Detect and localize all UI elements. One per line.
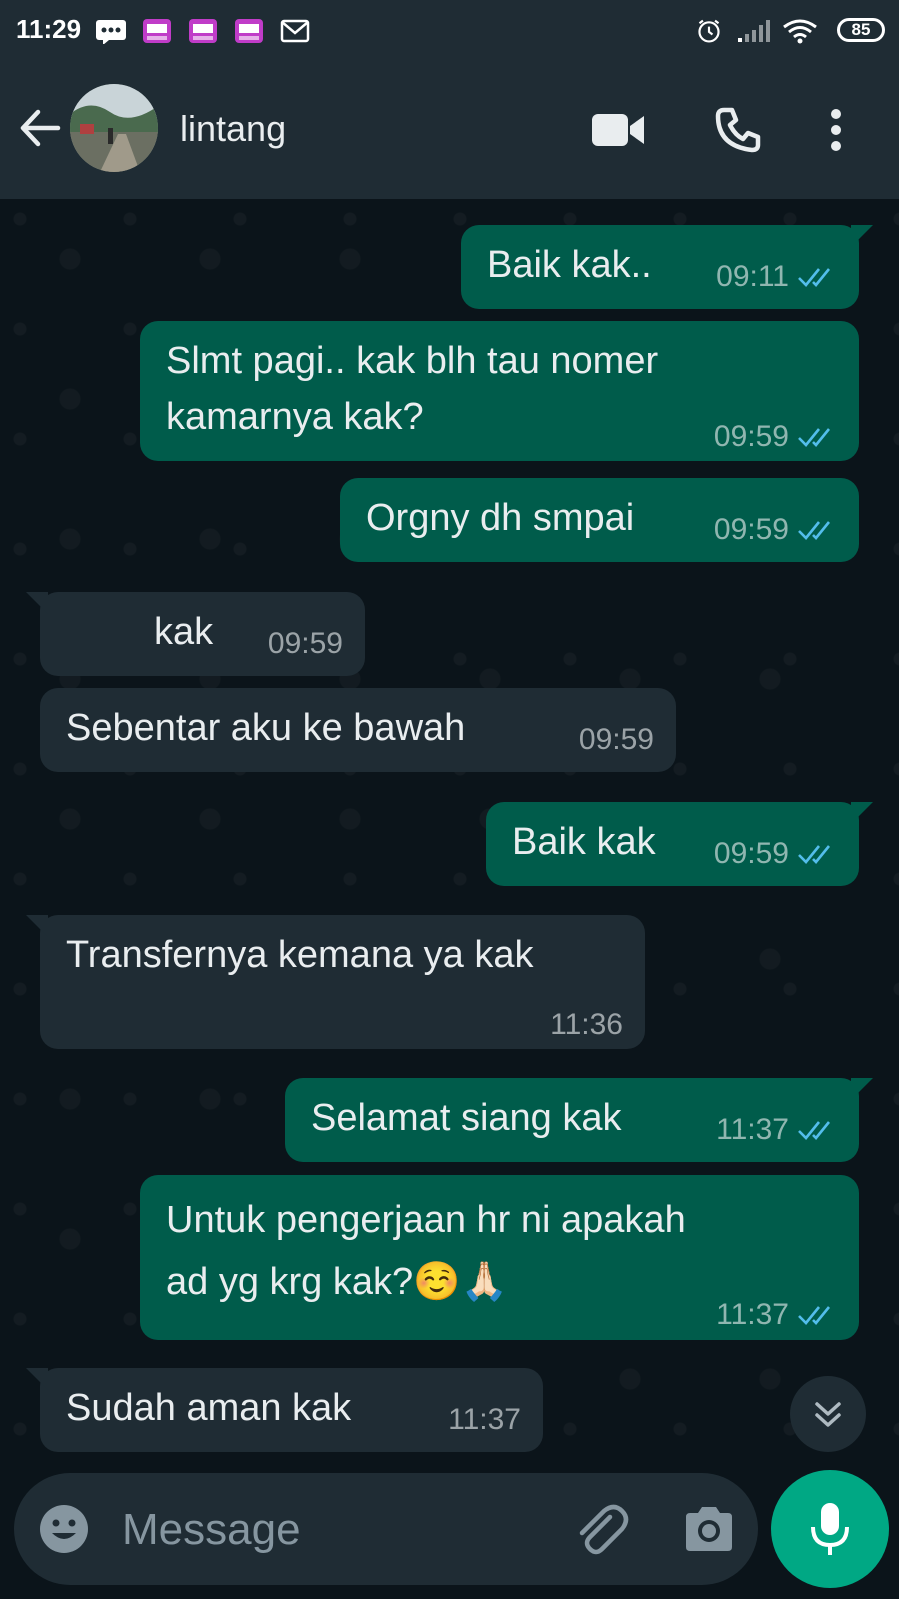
message-list[interactable]: Baik kak.. 09:11 Slmt pagi.. kak blh tau… <box>0 199 899 1469</box>
phone-icon[interactable] <box>714 106 762 154</box>
message-meta: 09:59 <box>714 502 837 558</box>
message-time: 09:59 <box>713 513 789 546</box>
message-meta: 11:37 <box>448 1392 521 1448</box>
message-meta: 11:36 <box>550 997 623 1053</box>
message-bubble-outgoing[interactable]: Selamat siang kak 11:37 <box>285 1078 873 1162</box>
message-composer <box>14 1473 758 1585</box>
wifi-icon <box>783 19 817 44</box>
camera-icon[interactable] <box>682 1503 736 1553</box>
message-bubble-outgoing[interactable]: Slmt pagi.. kak blh tau nomer kamarnya k… <box>140 321 859 461</box>
message-text: kak <box>154 611 214 653</box>
message-meta: 09:59 <box>268 616 343 672</box>
read-receipt-icon <box>798 845 831 864</box>
message-meta: 11:37 <box>716 1287 837 1343</box>
message-text: Baik kak.. <box>487 244 652 286</box>
status-bar: 11:29 85 <box>0 0 899 64</box>
avatar[interactable] <box>70 84 158 172</box>
mic-icon <box>811 1503 849 1555</box>
signal-icon <box>738 20 770 42</box>
message-time: 11:36 <box>550 1008 623 1041</box>
contact-name[interactable]: lintang <box>180 108 286 150</box>
message-time: 11:37 <box>716 1113 789 1146</box>
read-receipt-icon <box>798 268 831 287</box>
message-bubble-incoming[interactable]: Transfernya kemana ya kak 11:36 <box>26 915 645 1049</box>
app-badge-icon <box>143 19 171 43</box>
mail-icon <box>280 19 310 43</box>
app-badge-icon <box>235 19 263 43</box>
more-vert-icon[interactable] <box>824 106 848 154</box>
message-meta: 09:59 <box>714 409 837 465</box>
voice-record-button[interactable] <box>771 1470 889 1588</box>
message-bubble-incoming[interactable]: Sebentar aku ke bawah 09:59 <box>40 688 676 772</box>
battery-level: 85 <box>851 20 871 39</box>
notification-dots-icon <box>96 20 126 44</box>
message-text: Orgny dh smpai <box>366 497 635 539</box>
message-bubble-outgoing[interactable]: Untuk pengerjaan hr ni apakah ad yg krg … <box>140 1175 859 1340</box>
app-badge-icon <box>189 19 217 43</box>
message-text: Sebentar aku ke bawah <box>66 707 466 749</box>
message-text: Untuk pengerjaan hr ni apakah ad yg krg … <box>166 1199 686 1303</box>
read-receipt-icon <box>798 428 831 447</box>
attach-icon[interactable] <box>570 1499 630 1559</box>
read-receipt-icon <box>798 521 831 540</box>
message-time: 09:59 <box>713 420 789 453</box>
read-receipt-icon <box>798 1306 831 1325</box>
message-text: Selamat siang kak <box>311 1097 622 1139</box>
message-bubble-incoming[interactable]: kak 09:59 <box>26 592 365 676</box>
message-time: 11:37 <box>716 1298 789 1331</box>
message-text: Sudah aman kak <box>66 1387 352 1429</box>
emoji-icon[interactable] <box>38 1503 90 1555</box>
video-call-icon[interactable] <box>592 108 646 152</box>
message-text: Slmt pagi.. kak blh tau nomer kamarnya k… <box>166 340 659 438</box>
message-time: 09:11 <box>716 260 789 293</box>
message-meta: 11:37 <box>716 1102 837 1158</box>
message-time: 09:59 <box>267 627 343 660</box>
message-bubble-incoming[interactable]: Sudah aman kak 11:37 <box>26 1368 543 1452</box>
message-meta: 09:11 <box>716 249 837 305</box>
back-arrow-icon[interactable] <box>18 106 62 150</box>
scroll-down-button[interactable] <box>790 1376 866 1452</box>
message-time: 09:59 <box>713 837 789 870</box>
message-bubble-outgoing[interactable]: Orgny dh smpai 09:59 <box>340 478 859 562</box>
status-time: 11:29 <box>16 14 82 44</box>
message-time: 09:59 <box>578 723 654 756</box>
message-text: Baik kak <box>512 821 656 863</box>
battery-icon: 85 <box>837 18 885 42</box>
message-input[interactable] <box>120 1501 544 1559</box>
message-meta: 09:59 <box>714 826 837 882</box>
alarm-icon <box>698 19 720 43</box>
read-receipt-icon <box>798 1121 831 1140</box>
message-time: 11:37 <box>448 1403 521 1436</box>
message-meta: 09:59 <box>579 712 654 768</box>
message-text: Transfernya kemana ya kak <box>66 934 534 976</box>
scroll-down-icon <box>815 1402 841 1427</box>
message-bubble-outgoing[interactable]: Baik kak 09:59 <box>486 802 873 886</box>
message-bubble-outgoing[interactable]: Baik kak.. 09:11 <box>461 225 873 309</box>
chat-header: lintang <box>0 64 899 199</box>
